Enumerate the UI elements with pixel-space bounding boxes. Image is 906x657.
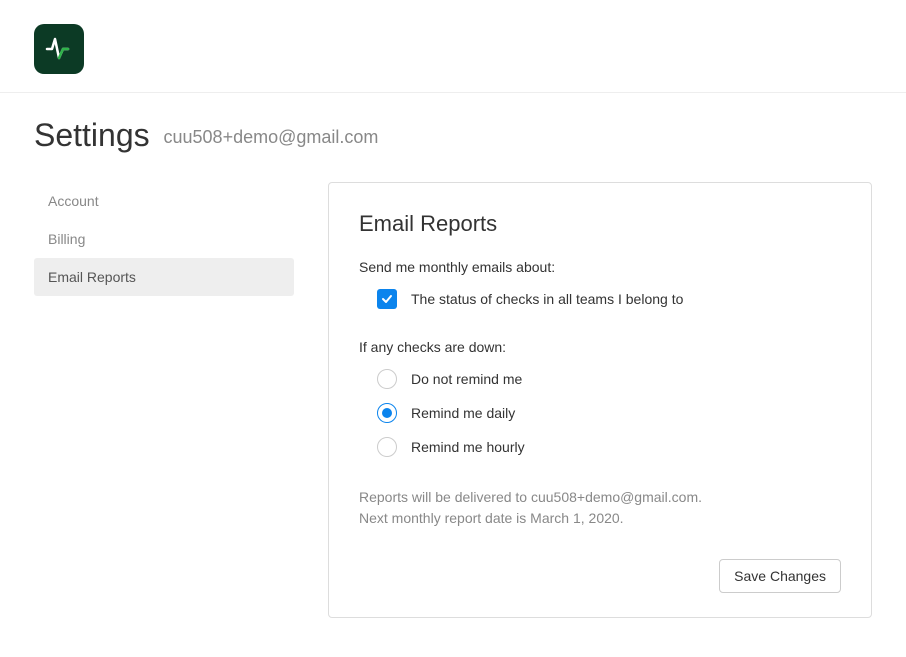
checkbox-status[interactable]	[377, 289, 397, 309]
layout: Account Billing Email Reports Email Repo…	[34, 182, 872, 618]
radio-row-hourly[interactable]: Remind me hourly	[377, 437, 841, 457]
page-title: Settings cuu508+demo@gmail.com	[34, 117, 872, 154]
radio-row-daily[interactable]: Remind me daily	[377, 403, 841, 423]
actions: Save Changes	[359, 559, 841, 593]
radio-daily[interactable]	[377, 403, 397, 423]
checkbox-label: The status of checks in all teams I belo…	[411, 291, 683, 307]
page-title-email: cuu508+demo@gmail.com	[164, 127, 379, 147]
radio-label: Remind me hourly	[411, 439, 525, 455]
sidebar-item-billing[interactable]: Billing	[34, 220, 294, 258]
down-label: If any checks are down:	[359, 339, 841, 355]
check-icon	[380, 292, 394, 306]
panel-title: Email Reports	[359, 211, 841, 237]
sidebar-item-email-reports[interactable]: Email Reports	[34, 258, 294, 296]
radio-label: Remind me daily	[411, 405, 515, 421]
radio-group-reminders: Do not remind me Remind me daily Remind …	[359, 369, 841, 457]
content: Settings cuu508+demo@gmail.com Account B…	[0, 93, 906, 642]
radio-hourly[interactable]	[377, 437, 397, 457]
checkbox-row-status[interactable]: The status of checks in all teams I belo…	[359, 289, 841, 309]
sidebar-item-account[interactable]: Account	[34, 182, 294, 220]
radio-row-none[interactable]: Do not remind me	[377, 369, 841, 389]
radio-none[interactable]	[377, 369, 397, 389]
sidebar-item-label: Email Reports	[48, 269, 136, 285]
sidebar-item-label: Account	[48, 193, 99, 209]
help-text: Reports will be delivered to cuu508+demo…	[359, 487, 841, 529]
email-reports-panel: Email Reports Send me monthly emails abo…	[328, 182, 872, 618]
help-line1: Reports will be delivered to cuu508+demo…	[359, 487, 841, 508]
help-line2: Next monthly report date is March 1, 202…	[359, 508, 841, 529]
radio-label: Do not remind me	[411, 371, 522, 387]
page-title-text: Settings	[34, 117, 150, 153]
save-button[interactable]: Save Changes	[719, 559, 841, 593]
monthly-label: Send me monthly emails about:	[359, 259, 841, 275]
logo[interactable]	[34, 24, 84, 74]
pulse-icon	[44, 34, 74, 64]
sidebar: Account Billing Email Reports	[34, 182, 294, 618]
header	[0, 0, 906, 93]
sidebar-item-label: Billing	[48, 231, 85, 247]
